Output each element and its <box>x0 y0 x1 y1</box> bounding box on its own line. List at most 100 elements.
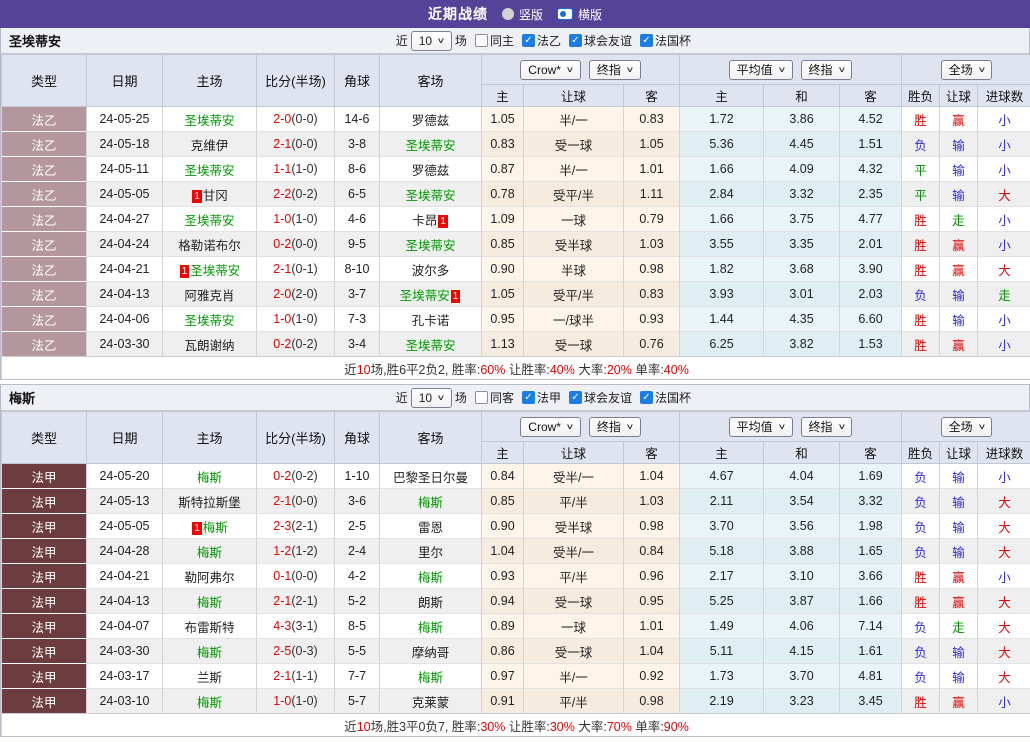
home-team-name: 圣埃蒂安 <box>184 164 234 178</box>
match-row: 法乙24-03-30瓦朗谢纳0-2(0-2)3-4圣埃蒂安1.13受一球0.76… <box>2 332 1030 357</box>
avg-source-select[interactable]: 平均值∨ <box>729 60 793 80</box>
away-team-cell: 朗斯 <box>380 589 482 614</box>
halftime-score: (2-0) <box>291 287 317 301</box>
date-cell: 24-04-24 <box>87 232 163 257</box>
date-cell: 24-05-05 <box>87 182 163 207</box>
league-cell: 法甲 <box>2 614 87 639</box>
home-team-cell: 梅斯 <box>163 589 257 614</box>
col-date-header: 日期 <box>87 412 163 464</box>
away-team-cell: 里尔 <box>380 539 482 564</box>
home-team-name: 圣埃蒂安 <box>190 264 240 278</box>
league-cell: 法甲 <box>2 589 87 614</box>
radio-icon[interactable] <box>502 8 514 20</box>
avg-source-select[interactable]: 平均值∨ <box>729 417 793 437</box>
games-count-select[interactable]: 10∨ <box>411 388 452 408</box>
section-header: 圣埃蒂安近10∨场同主✓法乙✓球会友谊✓法国杯 <box>1 28 1029 54</box>
score-cell: 1-1(1-0) <box>257 157 335 182</box>
filter-checkbox-3[interactable]: ✓球会友谊 <box>569 32 632 49</box>
summary-stat-label: 场,胜6平2负2, 胜率: <box>371 363 481 377</box>
odds-home-cell: 0.85 <box>482 489 524 514</box>
avg-away-cell: 1.53 <box>840 332 902 357</box>
summary-stat-value: 90% <box>664 720 689 734</box>
checkbox-checked-icon[interactable]: ✓ <box>569 34 582 47</box>
corner-cell: 3-7 <box>335 282 380 307</box>
date-cell: 24-04-28 <box>87 539 163 564</box>
scope-select[interactable]: 全场∨ <box>941 60 993 80</box>
date-cell: 24-05-20 <box>87 464 163 489</box>
sub-header: 胜负 <box>902 442 940 464</box>
away-team-cell: 克莱蒙 <box>380 689 482 714</box>
radio-horizontal-layout[interactable]: 横版 <box>557 6 602 23</box>
away-team-cell: 梅斯 <box>380 489 482 514</box>
chevron-down-icon: ∨ <box>625 419 634 435</box>
filter-checkbox-3[interactable]: ✓球会友谊 <box>569 389 632 406</box>
league-cell: 法乙 <box>2 157 87 182</box>
league-cell: 法乙 <box>2 282 87 307</box>
avg-final-select[interactable]: 终指∨ <box>801 60 853 80</box>
result-wdl-cell: 胜 <box>902 307 940 332</box>
odds-final-select[interactable]: 终指∨ <box>589 417 641 437</box>
odds-home-cell: 0.83 <box>482 132 524 157</box>
filter-checkbox-4[interactable]: ✓法国杯 <box>640 389 691 406</box>
fulltime-score: 2-1 <box>273 137 291 151</box>
filter-checkbox-2[interactable]: ✓法乙 <box>522 32 561 49</box>
score-cell: 2-1(2-1) <box>257 589 335 614</box>
halftime-score: (0-2) <box>291 337 317 351</box>
avg-away-cell: 1.65 <box>840 539 902 564</box>
odds-away-cell: 0.98 <box>624 514 680 539</box>
filter-label: 同主 <box>490 32 514 49</box>
odds-source-select[interactable]: Crow* ∨ <box>520 60 581 80</box>
chevron-down-icon: ∨ <box>566 62 575 78</box>
result-handicap-cell: 输 <box>940 182 978 207</box>
select-value: 终指 <box>597 419 621 435</box>
odds-handicap-cell: 受一球 <box>524 132 624 157</box>
summary-stat-label: 让胜率: <box>505 720 549 734</box>
filter-checkbox-2[interactable]: ✓法甲 <box>522 389 561 406</box>
radio-icon[interactable] <box>557 8 573 20</box>
filter-checkbox-1[interactable]: 同主 <box>475 32 514 49</box>
checkbox-checked-icon[interactable]: ✓ <box>569 391 582 404</box>
select-value: Crow* <box>528 62 561 78</box>
odds-final-select[interactable]: 终指∨ <box>589 60 641 80</box>
home-team-cell: 圣埃蒂安 <box>163 107 257 132</box>
result-goals-cell: 大 <box>978 489 1030 514</box>
result-wdl-cell: 负 <box>902 614 940 639</box>
result-wdl-cell: 负 <box>902 664 940 689</box>
filter-checkbox-4[interactable]: ✓法国杯 <box>640 32 691 49</box>
score-cell: 0-2(0-2) <box>257 332 335 357</box>
checkbox-unchecked-icon[interactable] <box>475 34 488 47</box>
result-goals-cell: 大 <box>978 589 1030 614</box>
result-handicap-cell: 赢 <box>940 589 978 614</box>
result-goals-cell: 大 <box>978 182 1030 207</box>
corner-cell: 6-5 <box>335 182 380 207</box>
filter-checkbox-1[interactable]: 同客 <box>475 389 514 406</box>
checkbox-checked-icon[interactable]: ✓ <box>640 391 653 404</box>
date-cell: 24-03-10 <box>87 689 163 714</box>
home-team-name: 梅斯 <box>197 596 222 610</box>
rank-badge: 1 <box>180 265 190 278</box>
away-team-name: 圣埃蒂安 <box>405 339 455 353</box>
match-row: 法甲24-04-13梅斯2-1(2-1)5-2朗斯0.94受一球0.955.25… <box>2 589 1030 614</box>
summary-stat-label: 场,胜3平0负7, 胜率: <box>371 720 481 734</box>
radio-vertical-layout[interactable]: 竖版 <box>502 6 543 23</box>
avg-home-cell: 2.19 <box>680 689 764 714</box>
chevron-down-icon: ∨ <box>625 62 634 78</box>
home-team-name: 梅斯 <box>197 696 222 710</box>
odds-source-select[interactable]: Crow*∨ <box>520 417 581 437</box>
scope-select[interactable]: 全场∨ <box>941 417 993 437</box>
checkbox-checked-icon[interactable]: ✓ <box>522 391 535 404</box>
chevron-down-icon: ∨ <box>437 33 446 49</box>
checkbox-checked-icon[interactable]: ✓ <box>640 34 653 47</box>
result-handicap-cell: 输 <box>940 539 978 564</box>
sub-header: 客 <box>624 442 680 464</box>
result-handicap-cell: 赢 <box>940 107 978 132</box>
date-cell: 24-04-13 <box>87 589 163 614</box>
checkbox-unchecked-icon[interactable] <box>475 391 488 404</box>
league-cell: 法乙 <box>2 257 87 282</box>
games-count-select[interactable]: 10∨ <box>411 31 452 51</box>
checkbox-checked-icon[interactable]: ✓ <box>522 34 535 47</box>
avg-final-select[interactable]: 终指∨ <box>801 417 853 437</box>
matches-label: 场 <box>455 32 467 49</box>
result-handicap-cell: 赢 <box>940 232 978 257</box>
home-team-cell: 克维伊 <box>163 132 257 157</box>
